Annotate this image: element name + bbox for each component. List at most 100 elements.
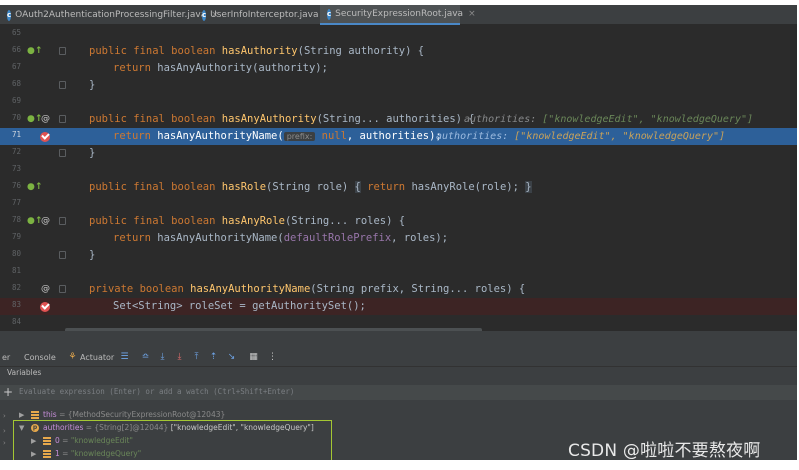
breakpoint-icon[interactable]: [40, 302, 50, 312]
settings-icon[interactable]: ⋮: [267, 352, 278, 363]
java-class-icon: c: [202, 9, 207, 21]
code-text: }: [89, 249, 96, 261]
breakpoint-icon[interactable]: [40, 132, 50, 142]
code-line: 79 return hasAnyAuthorityName(defaultRol…: [0, 230, 797, 247]
variables-label: Variables: [7, 368, 42, 377]
code-line: 78 ●↑ @ public final boolean hasAnyRole(…: [0, 213, 797, 230]
tab-label: UserInfoInterceptor.java: [210, 10, 319, 20]
fold-icon[interactable]: [59, 149, 66, 157]
implements-method-icon[interactable]: ●↑: [27, 181, 42, 193]
inline-value: ["knowledgeEdit", "knowledgeQuery"]: [542, 114, 753, 125]
code-text: hasAnyAuthorityName(: [157, 232, 284, 244]
step-out-icon[interactable]: ⤒: [191, 352, 202, 363]
method-name: hasAnyRole: [221, 215, 285, 227]
code-line: 68 }: [0, 77, 797, 94]
tab-oauth2-filter[interactable]: c OAuth2AuthenticationProcessingFilter.j…: [0, 5, 219, 25]
inline-debug-value: authorities: ["knowledgeEdit", "knowledg…: [436, 129, 725, 144]
tab-debugger[interactable]: er: [2, 349, 10, 367]
force-step-into-icon[interactable]: ⤓: [174, 352, 185, 363]
tab-security-expression-root[interactable]: c SecurityExpressionRoot.java ×: [320, 5, 476, 25]
code-text: (String... roles) {: [284, 215, 406, 227]
code-line: 69: [0, 94, 797, 111]
line-number: 69: [12, 96, 22, 105]
code-line: 66 ●↑ public final boolean hasAuthority(…: [0, 43, 797, 60]
code-line-current: 71 return hasAnyAuthorityName(prefix: nu…: [0, 128, 797, 145]
fold-icon[interactable]: [59, 285, 66, 293]
selection-highlight-box: [13, 420, 332, 460]
tab-actuator[interactable]: Actuator: [80, 349, 114, 367]
keyword: return: [113, 62, 158, 74]
line-number: 70: [12, 113, 22, 122]
keyword: return: [360, 181, 412, 193]
evaluate-expression-icon[interactable]: ▦: [248, 352, 259, 363]
line-number: 83: [12, 300, 22, 309]
keyword: public final boolean: [89, 215, 222, 227]
fold-icon[interactable]: [59, 251, 66, 259]
code-text: hasAnyRole(role);: [411, 181, 526, 193]
show-execution-point-icon[interactable]: ≏: [140, 352, 151, 363]
code-line: 81: [0, 264, 797, 281]
line-number: 79: [12, 232, 22, 241]
editor-tab-bar: c OAuth2AuthenticationProcessingFilter.j…: [0, 5, 797, 25]
inline-value-name: authorities:: [464, 114, 543, 125]
tab-label: OAuth2AuthenticationProcessingFilter.jav…: [15, 10, 207, 20]
code-text: }: [89, 147, 96, 159]
step-over-icon[interactable]: ⤓: [157, 352, 168, 363]
code-text: (String role): [266, 181, 355, 193]
debug-toolbar: er Console ⚘ Actuator ☰ ≏ ⤓ ⤓ ⤒ ⇡ ↘ ▦ ⋮: [0, 349, 797, 367]
annotation-icon: @: [41, 216, 50, 226]
code-text: hasAnyAuthority(authority);: [157, 62, 328, 74]
keyword: return: [113, 130, 158, 142]
line-number: 81: [12, 266, 22, 275]
inline-debug-value: authorities: ["knowledgeEdit", "knowledg…: [464, 112, 753, 127]
fold-icon[interactable]: [59, 217, 66, 225]
method-name: hasRole: [221, 181, 267, 193]
watermark: CSDN @啦啦不要熬夜啊: [568, 441, 761, 461]
add-watch-icon[interactable]: +: [3, 385, 13, 400]
inline-value-name: authorities:: [436, 131, 515, 142]
code-line: 67 return hasAnyAuthority(authority);: [0, 60, 797, 77]
field-reference: defaultRolePrefix: [283, 232, 392, 244]
drop-frame-icon[interactable]: ⇡: [208, 352, 219, 363]
keyword: null: [315, 130, 347, 142]
implements-method-icon[interactable]: ●↑: [27, 45, 42, 57]
line-number: 77: [12, 198, 22, 207]
evaluate-expression-input[interactable]: Evaluate expression (Enter) or add a wat…: [19, 387, 294, 396]
menu-icon[interactable]: ☰: [119, 352, 130, 363]
line-number: 78: [12, 215, 22, 224]
chevron-right-icon[interactable]: ›: [3, 439, 6, 447]
tab-userinfo-interceptor[interactable]: c UserInfoInterceptor.java ×: [195, 5, 331, 25]
run-to-cursor-icon[interactable]: ↘: [226, 352, 237, 363]
tab-console[interactable]: Console: [24, 349, 56, 367]
method-name: hasAuthority: [221, 45, 298, 57]
evaluate-expression-bar[interactable]: + Evaluate expression (Enter) or add a w…: [0, 385, 797, 400]
keyword: private boolean: [89, 283, 191, 295]
keyword: public final boolean: [89, 181, 222, 193]
line-number: 68: [12, 79, 22, 88]
code-text: (String prefix, String... roles) {: [310, 283, 526, 295]
fold-icon[interactable]: [59, 115, 66, 123]
chevron-right-icon[interactable]: ›: [3, 412, 6, 420]
fold-icon[interactable]: [59, 47, 66, 55]
line-number: 76: [12, 181, 22, 190]
code-editor[interactable]: 65 66 ●↑ public final boolean hasAuthori…: [0, 26, 797, 333]
code-line: 65: [0, 26, 797, 43]
keyword: public final boolean: [89, 45, 222, 57]
line-number: 65: [12, 28, 22, 37]
java-class-icon: c: [7, 9, 12, 21]
code-line: 76 ●↑ public final boolean hasRole(Strin…: [0, 179, 797, 196]
code-text: , authorities);: [346, 130, 442, 142]
line-number: 67: [12, 62, 22, 71]
keyword: return: [113, 232, 158, 244]
chevron-right-icon[interactable]: ›: [3, 427, 6, 435]
close-icon[interactable]: ×: [468, 9, 476, 19]
keyword: public final boolean: [89, 113, 222, 125]
java-class-icon: c: [327, 8, 332, 20]
tab-label: SecurityExpressionRoot.java: [335, 9, 464, 19]
code-line: 77: [0, 196, 797, 213]
parameter-hint: prefix:: [283, 132, 316, 141]
fold-icon[interactable]: [59, 81, 66, 89]
inline-value: ["knowledgeEdit", "knowledgeQuery"]: [514, 131, 725, 142]
folded-brace[interactable]: }: [525, 181, 532, 193]
annotation-icon: @: [41, 284, 50, 294]
